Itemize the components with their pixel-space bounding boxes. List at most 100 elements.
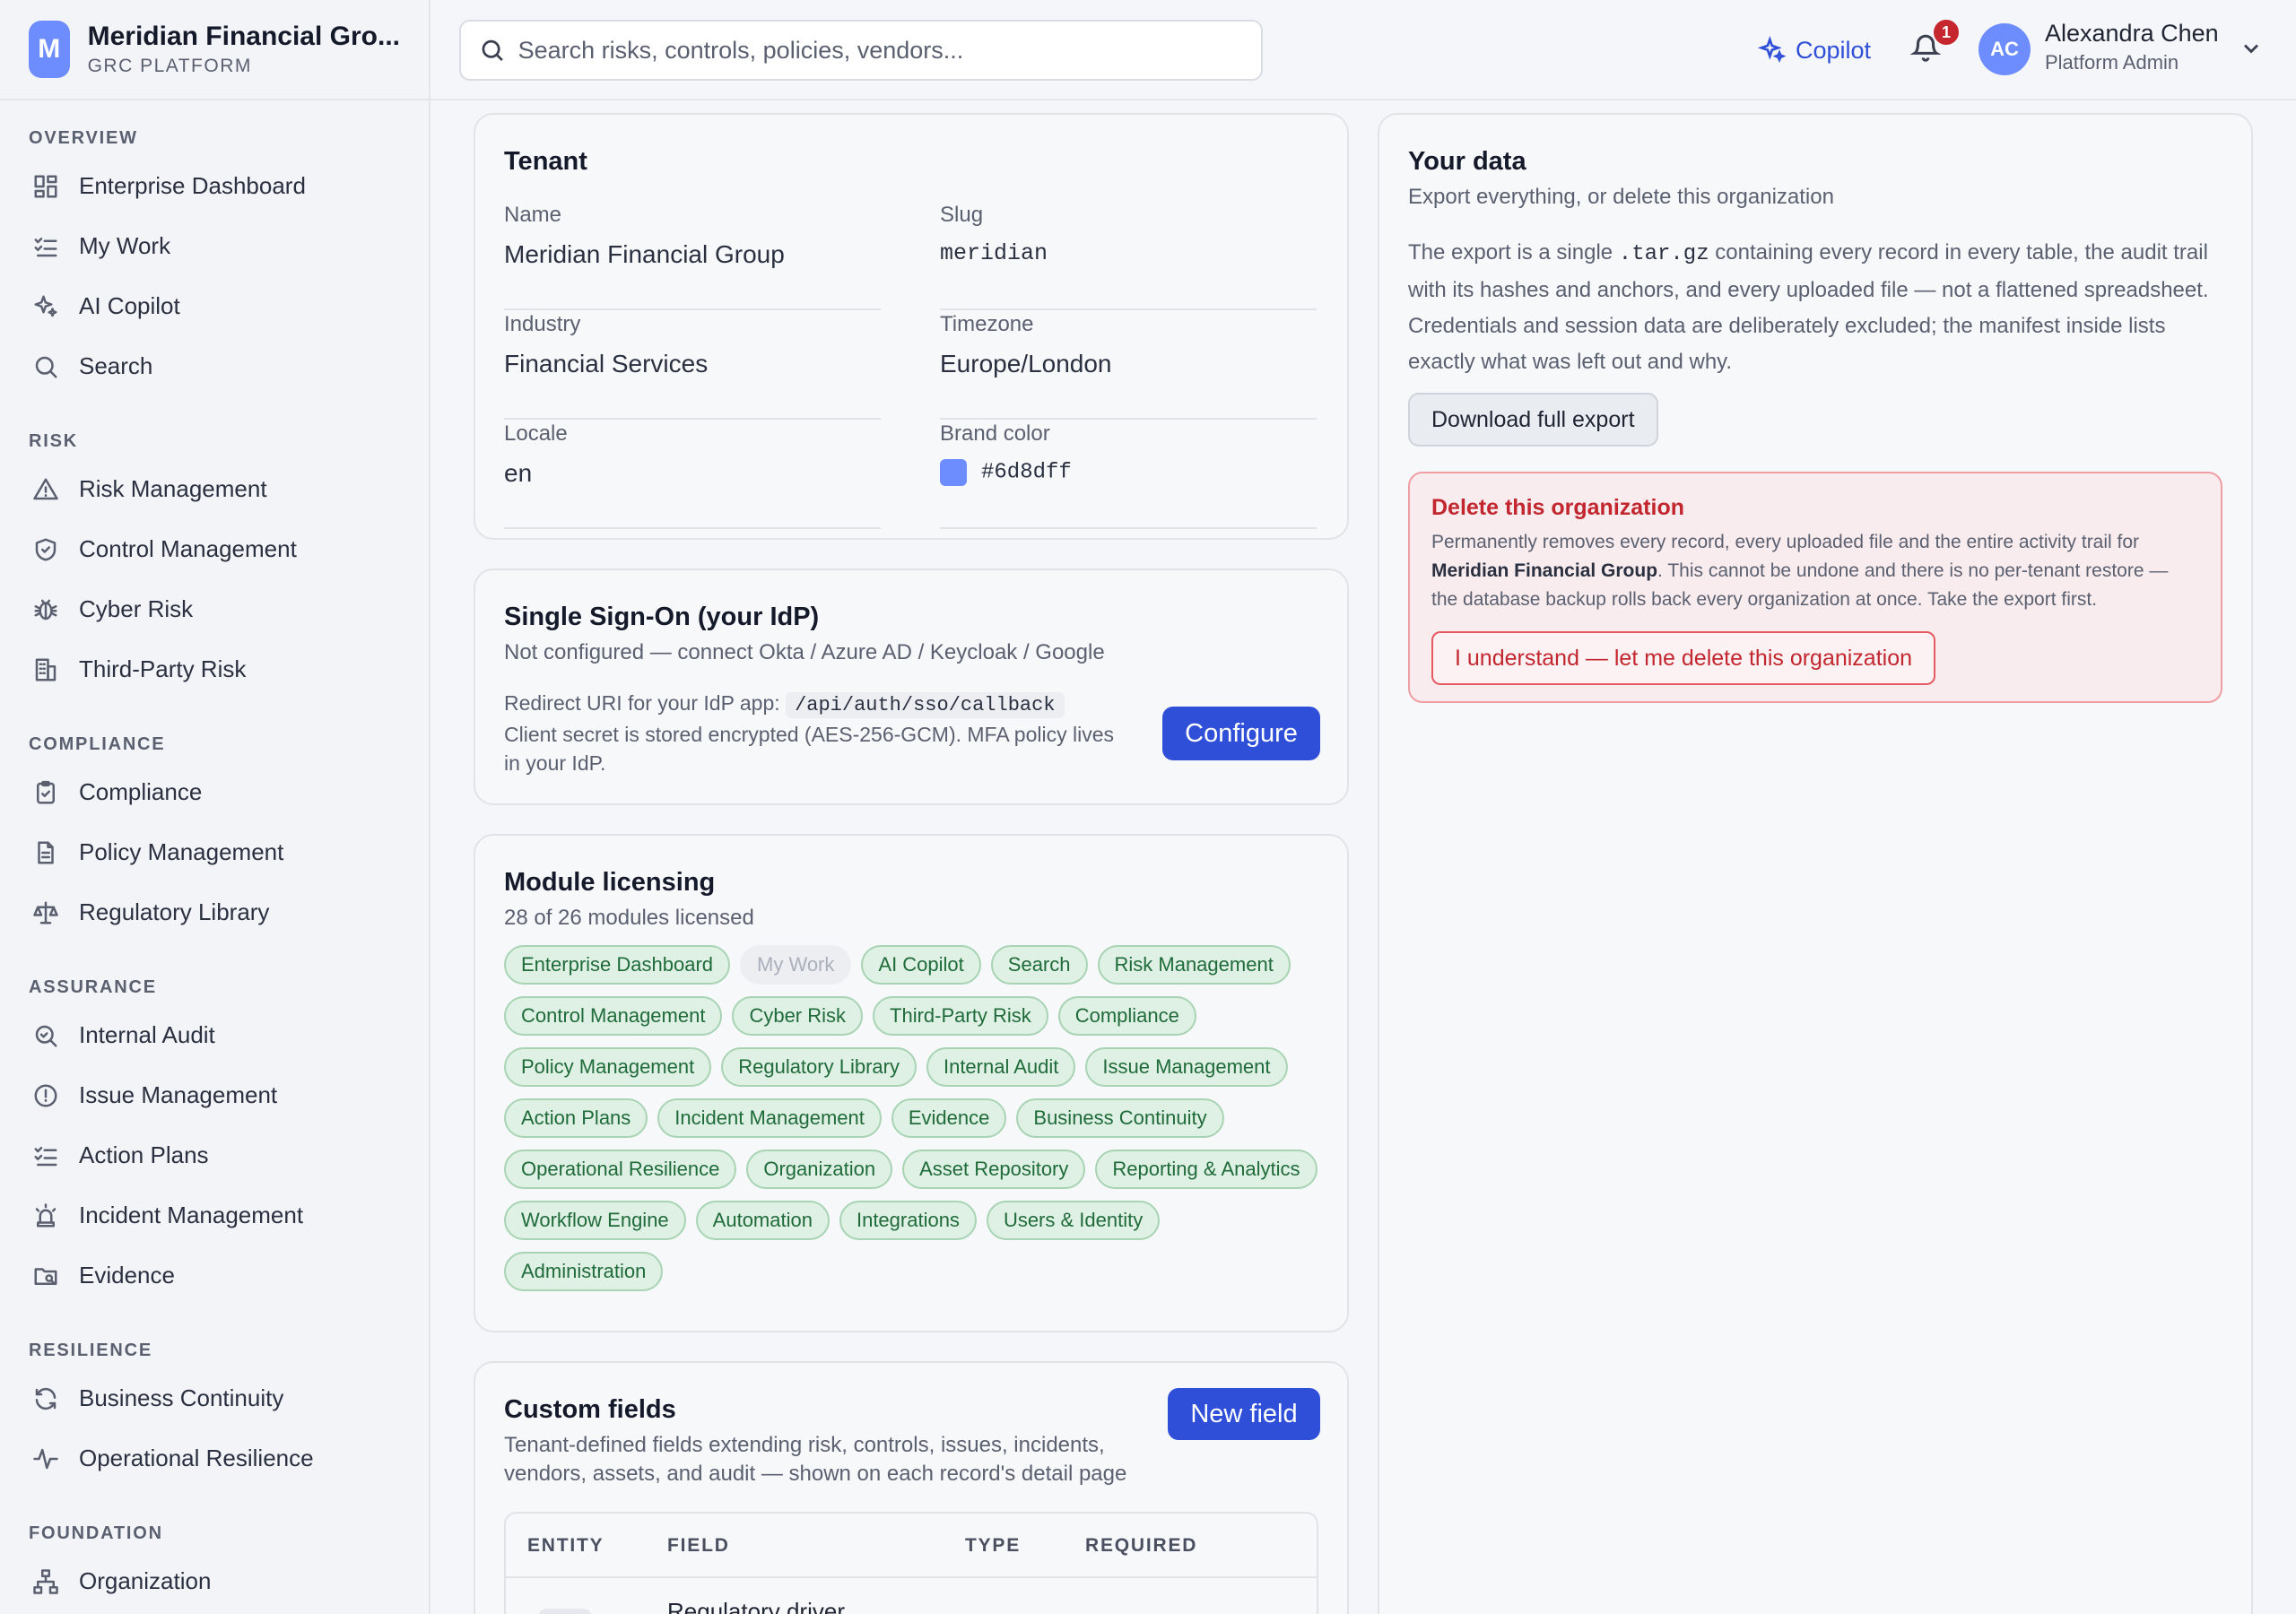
module-chip[interactable]: Policy Management [504,1047,712,1087]
module-chip[interactable]: Organization [746,1150,893,1189]
sidebar-item-label: My Work [79,232,171,259]
module-chip[interactable]: Issue Management [1085,1047,1288,1087]
redirect-uri[interactable]: /api/auth/sso/callback [786,692,1065,718]
user-menu-chevron[interactable] [2239,36,2264,65]
building-icon [30,655,61,685]
sidebar-item-incident-management[interactable]: Incident Management [0,1185,429,1245]
tenant-slug-field: Slug meridian [940,203,1317,310]
sidebar-item-organization[interactable]: Organization [0,1551,429,1611]
module-chip[interactable]: Administration [504,1252,664,1291]
sidebar-item-risk-management[interactable]: Risk Management [0,459,429,519]
clipboard-check-icon [30,777,61,808]
sparkles-icon [1758,36,1787,64]
sidebar-item-my-work[interactable]: My Work [0,216,429,276]
column-header-type[interactable]: TYPE [965,1535,1021,1557]
module-chip[interactable]: AI Copilot [861,945,981,985]
sidebar-item-control-management[interactable]: Control Management [0,519,429,579]
custom-fields-title: Custom fields [504,1395,676,1424]
module-chip[interactable]: Asset Repository [902,1150,1086,1189]
sidebar-item-search[interactable]: Search [0,336,429,396]
export-description: The export is a single .tar.gz containin… [1408,235,2233,380]
module-chip[interactable]: Action Plans [504,1098,648,1138]
custom-fields-description: Tenant-defined fields extending risk, co… [504,1433,1127,1486]
module-chip[interactable]: Enterprise Dashboard [504,945,731,985]
column-header-field[interactable]: FIELD [667,1535,730,1557]
brand-header[interactable]: M Meridian Financial Gro... GRC PLATFORM [0,0,429,100]
module-chip[interactable]: Automation [695,1201,830,1240]
redirect-label: Redirect URI for your IdP app: [504,691,780,715]
module-chip[interactable]: Regulatory Library [721,1047,917,1087]
sidebar-item-business-continuity[interactable]: Business Continuity [0,1368,429,1428]
sidebar-item-label: Action Plans [79,1141,209,1168]
module-chip[interactable]: Incident Management [657,1098,882,1138]
module-chip[interactable]: Reporting & Analytics [1095,1150,1318,1189]
sidebar-item-cyber-risk[interactable]: Cyber Risk [0,579,429,639]
module-chip[interactable]: Cyber Risk [732,996,864,1036]
module-chip[interactable]: Integrations [839,1201,977,1240]
column-header-entity[interactable]: ENTITY [527,1535,604,1557]
field-label: Locale [504,421,568,446]
module-chip[interactable]: Operational Resilience [504,1150,737,1189]
field-value: meridian [940,240,1048,266]
field-value: Financial Services [504,350,709,377]
configure-sso-button[interactable]: Configure [1162,707,1320,760]
module-chip[interactable]: Control Management [504,996,723,1036]
global-search[interactable] [459,20,1263,81]
search-icon [482,39,503,62]
delete-organization-button[interactable]: I understand — let me delete this organi… [1431,631,1936,685]
module-chip[interactable]: Users & Identity [986,1201,1161,1240]
danger-text: Permanently removes every record, every … [1431,532,2140,552]
sidebar-item-internal-audit[interactable]: Internal Audit [0,1005,429,1065]
nav-group-title: COMPLIANCE [29,734,166,754]
sidebar-item-label: Risk Management [79,475,267,502]
sidebar-item-issue-management[interactable]: Issue Management [0,1065,429,1125]
tenant-card: Tenant Name Meridian Financial Group Slu… [474,113,1349,540]
user-name[interactable]: Alexandra Chen [2045,20,2219,48]
sidebar-item-regulatory-library[interactable]: Regulatory Library [0,882,429,942]
sidebar-item-third-party-risk[interactable]: Third-Party Risk [0,639,429,699]
danger-zone: Delete this organization Permanently rem… [1408,472,2222,703]
search-input[interactable] [517,36,1243,65]
download-export-button[interactable]: Download full export [1408,393,1658,447]
entity-badge [538,1609,592,1614]
module-chip[interactable]: Third-Party Risk [873,996,1048,1036]
module-chip[interactable]: My Work [740,945,852,985]
field-label: Slug [940,203,984,227]
sidebar-item-enterprise-dashboard[interactable]: Enterprise Dashboard [0,156,429,216]
dashboard-icon [30,171,61,202]
sidebar-item-compliance[interactable]: Compliance [0,762,429,822]
checklist-icon [30,231,61,262]
module-chip[interactable]: Business Continuity [1016,1098,1224,1138]
module-chip[interactable]: Evidence [891,1098,1007,1138]
sidebar-item-policy-management[interactable]: Policy Management [0,822,429,882]
column-header-required[interactable]: REQUIRED [1085,1535,1197,1557]
danger-description: Permanently removes every record, every … [1431,528,2199,614]
tenant-locale-field: Locale en [504,421,881,529]
sidebar-item-ai-copilot[interactable]: AI Copilot [0,276,429,336]
module-chip[interactable]: Internal Audit [926,1047,1076,1087]
module-chip[interactable]: Risk Management [1097,945,1291,985]
search-icon [30,351,61,382]
sso-card: Single Sign-On (your IdP) Not configured… [474,568,1349,805]
copilot-button[interactable]: Copilot [1758,29,1871,72]
new-field-button[interactable]: New field [1168,1388,1320,1440]
brand-logo: M [29,21,70,78]
module-chip[interactable]: Compliance [1057,996,1196,1036]
chevron-down-icon [2244,44,2258,54]
module-chip[interactable]: Search [990,945,1088,985]
sidebar-item-label: Organization [79,1567,212,1594]
table-row[interactable]: Regulatory driver [506,1578,1317,1614]
sidebar-item-operational-resilience[interactable]: Operational Resilience [0,1428,429,1488]
export-format: .tar.gz [1618,242,1709,266]
sidebar-item-evidence[interactable]: Evidence [0,1245,429,1306]
avatar[interactable]: AC [1979,23,2031,75]
sidebar-item-label: Enterprise Dashboard [79,172,306,199]
danger-org-name: Meridian Financial Group [1431,560,1658,581]
tenant-title: Tenant [504,147,587,176]
alert-circle-icon [30,1080,61,1111]
danger-title: Delete this organization [1431,495,1684,520]
sidebar-item-action-plans[interactable]: Action Plans [0,1125,429,1185]
sidebar-item-label: Third-Party Risk [79,655,247,682]
your-data-card: Your data Export everything, or delete t… [1378,113,2253,1614]
module-chip[interactable]: Workflow Engine [504,1201,686,1240]
